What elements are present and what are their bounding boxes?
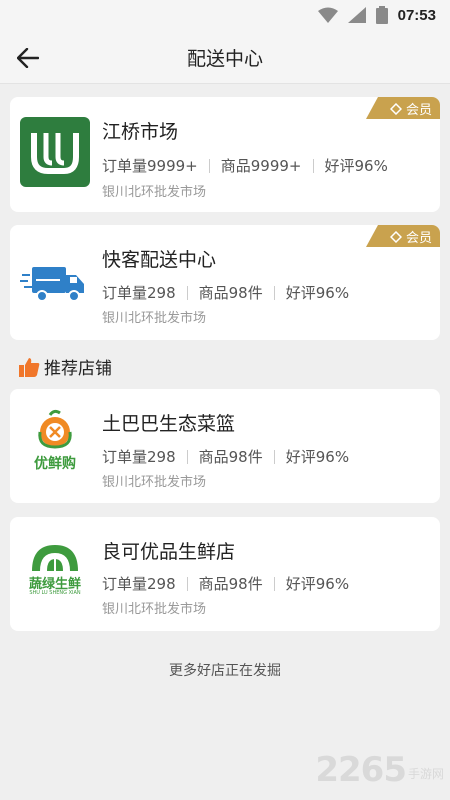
truck-logo-icon	[20, 247, 90, 317]
status-bar: 07:53	[0, 0, 450, 32]
store-address: 银川北环批发市场	[102, 311, 207, 326]
diamond-icon	[389, 102, 402, 115]
divider	[186, 576, 188, 591]
watermark-text: 手游网	[407, 767, 444, 781]
store-logo: 优鲜购	[20, 407, 90, 477]
product-count: 商品9999+	[220, 157, 302, 175]
product-count: 商品98件	[198, 448, 263, 466]
battery-icon	[375, 6, 388, 24]
order-count: 订单量298	[102, 448, 176, 466]
store-name: 快客配送中心	[102, 249, 217, 271]
divider	[273, 285, 275, 300]
recommended-section-title: 推荐店铺	[18, 354, 112, 379]
more-stores-hint: 更多好店正在发掘	[169, 663, 281, 679]
store-card[interactable]: 蔬绿生鲜 SHU LU SHENG XIAN 良可优品生鲜店 订单量298 商品…	[10, 517, 440, 631]
store-card[interactable]: 会员 江桥市场 订单量9999+ 商品9999+ 好评96% 银川北环批发市场	[10, 97, 440, 212]
store-stats: 订单量298 商品98件 好评96%	[102, 282, 349, 303]
watermark-number: 2265	[315, 750, 407, 790]
signal-icon	[347, 7, 366, 23]
product-count: 商品98件	[198, 575, 263, 593]
order-count: 订单量9999+	[102, 157, 198, 175]
divider	[186, 449, 188, 464]
divider	[273, 449, 275, 464]
store-name: 土巴巴生态菜篮	[102, 413, 236, 435]
store-name: 江桥市场	[102, 121, 179, 143]
store-card[interactable]: 会员 快客配送中心 订单量298 商品98件 好评96% 银川北环批发市场	[10, 225, 440, 340]
logo-subtext: SHU LU SHENG XIAN	[29, 590, 81, 596]
order-count: 订单量298	[102, 575, 176, 593]
rating: 好评96%	[285, 448, 350, 466]
store-stats: 订单量298 商品98件 好评96%	[102, 573, 349, 594]
rating: 好评96%	[285, 284, 350, 302]
diamond-icon	[389, 230, 402, 243]
header: 配送中心	[0, 32, 450, 84]
wifi-icon	[317, 7, 338, 23]
member-badge: 会员	[366, 225, 440, 247]
divider	[273, 576, 275, 591]
store-card[interactable]: 优鲜购 土巴巴生态菜篮 订单量298 商品98件 好评96% 银川北环批发市场	[10, 389, 440, 503]
divider	[186, 285, 188, 300]
product-count: 商品98件	[198, 284, 263, 302]
store-stats: 订单量9999+ 商品9999+ 好评96%	[102, 155, 388, 176]
watermark: 2265 手游网	[315, 750, 444, 790]
rating: 好评96%	[324, 157, 388, 175]
order-count: 订单量298	[102, 284, 176, 302]
divider	[208, 158, 210, 173]
store-stats: 订单量298 商品98件 好评96%	[102, 446, 349, 467]
member-badge: 会员	[366, 97, 440, 119]
logo-text: 优鲜购	[34, 456, 76, 472]
store-logo: 蔬绿生鲜 SHU LU SHENG XIAN	[20, 537, 90, 607]
store-name: 良可优品生鲜店	[102, 541, 236, 563]
store-address: 银川北环批发市场	[102, 185, 207, 200]
thumbs-up-icon	[19, 357, 40, 377]
rating: 好评96%	[285, 575, 350, 593]
store-address: 银川北环批发市场	[102, 475, 207, 490]
divider	[312, 158, 314, 173]
page-title: 配送中心	[186, 48, 263, 70]
store-address: 银川北环批发市场	[102, 602, 207, 617]
status-time: 07:53	[397, 6, 436, 24]
store-logo	[20, 117, 90, 187]
